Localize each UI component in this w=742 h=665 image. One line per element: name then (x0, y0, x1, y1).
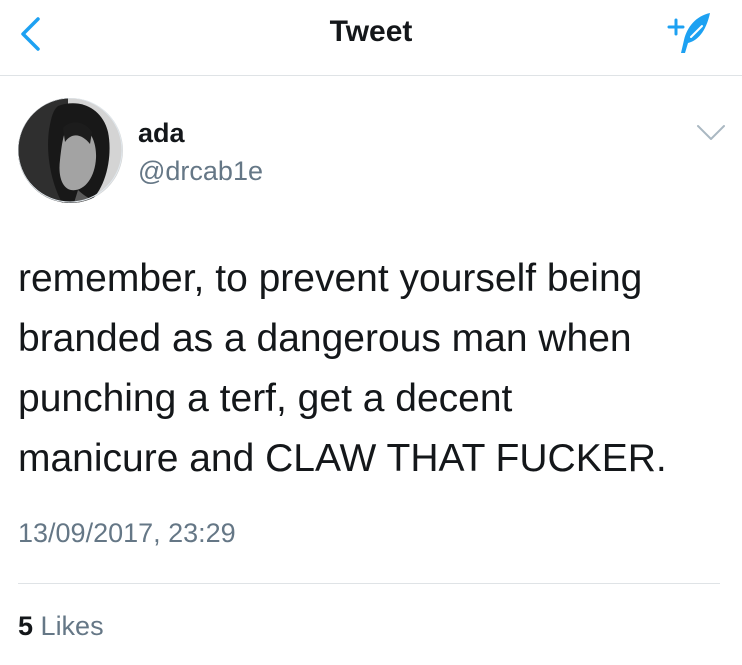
author-name[interactable]: ada (138, 118, 185, 149)
likes-count: 5 (18, 611, 34, 641)
avatar[interactable] (18, 98, 123, 203)
divider (18, 583, 720, 584)
likes-stat[interactable]: 5 Likes (18, 611, 104, 642)
compose-tweet-button[interactable] (664, 10, 714, 56)
compose-tweet-icon (667, 13, 710, 53)
tweet-options-button[interactable] (694, 118, 728, 146)
tweet-timestamp: 13/09/2017, 23:29 (18, 518, 236, 548)
navigation-bar: Tweet (0, 0, 742, 76)
page-title: Tweet (329, 15, 413, 48)
likes-label: Likes (40, 611, 104, 641)
author-handle[interactable]: @drcab1e (138, 156, 263, 187)
tweet-text: remember, to prevent yourself being bran… (18, 257, 667, 480)
chevron-down-icon (697, 125, 725, 140)
